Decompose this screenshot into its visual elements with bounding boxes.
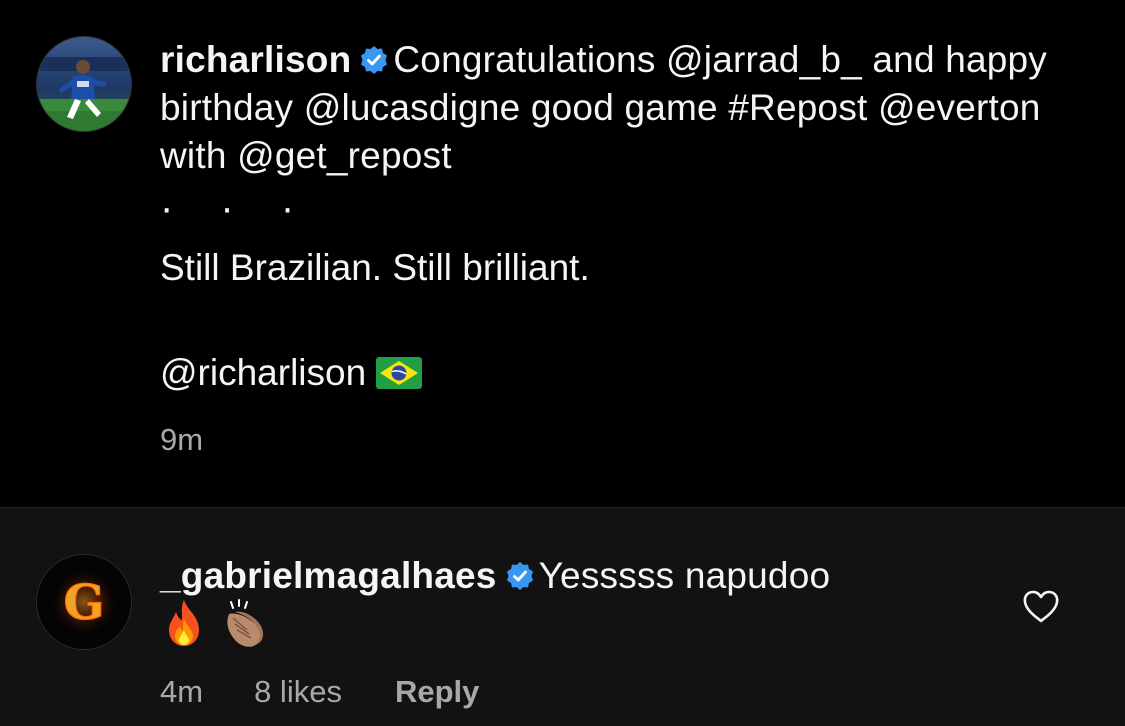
reply-button[interactable]: Reply — [395, 672, 479, 712]
caption-mention[interactable]: @richarlison — [160, 352, 366, 393]
comment-text: Yesssss napudoo — [538, 555, 831, 596]
post-timestamp: 9m — [160, 422, 204, 457]
post-caption: richarlison Congratulations @jarrad_b_ a… — [160, 36, 1080, 180]
comment-body: _gabrielmagalhaes Yesssss napudoo — [160, 552, 980, 600]
caption-line-break-dots: · · · — [160, 186, 313, 230]
clapping-hands-emoji-icon — [227, 599, 264, 647]
brazil-flag-icon — [376, 357, 423, 389]
comment-likes-link[interactable]: 8 likes — [254, 672, 342, 712]
caption-line-3: @richarlison — [160, 349, 423, 397]
comment-meta-row: 4m 8 likes Reply — [160, 672, 479, 712]
comment-emojis — [163, 598, 269, 652]
like-heart-icon[interactable] — [1022, 590, 1060, 624]
commenter-avatar[interactable]: G — [37, 555, 131, 649]
author-avatar-image — [37, 37, 131, 131]
verified-badge-icon — [361, 46, 388, 74]
svg-text:G: G — [64, 575, 105, 631]
comment-timestamp: 4m — [160, 674, 204, 709]
caption-line-2: Still Brazilian. Still brilliant. — [160, 247, 590, 288]
fire-emoji-icon — [169, 600, 199, 646]
verified-badge-icon — [506, 562, 533, 590]
commenter-username[interactable]: _gabrielmagalhaes — [160, 555, 497, 596]
author-username[interactable]: richarlison — [160, 39, 351, 80]
author-avatar[interactable] — [37, 37, 131, 131]
commenter-avatar-image: G — [37, 555, 131, 649]
